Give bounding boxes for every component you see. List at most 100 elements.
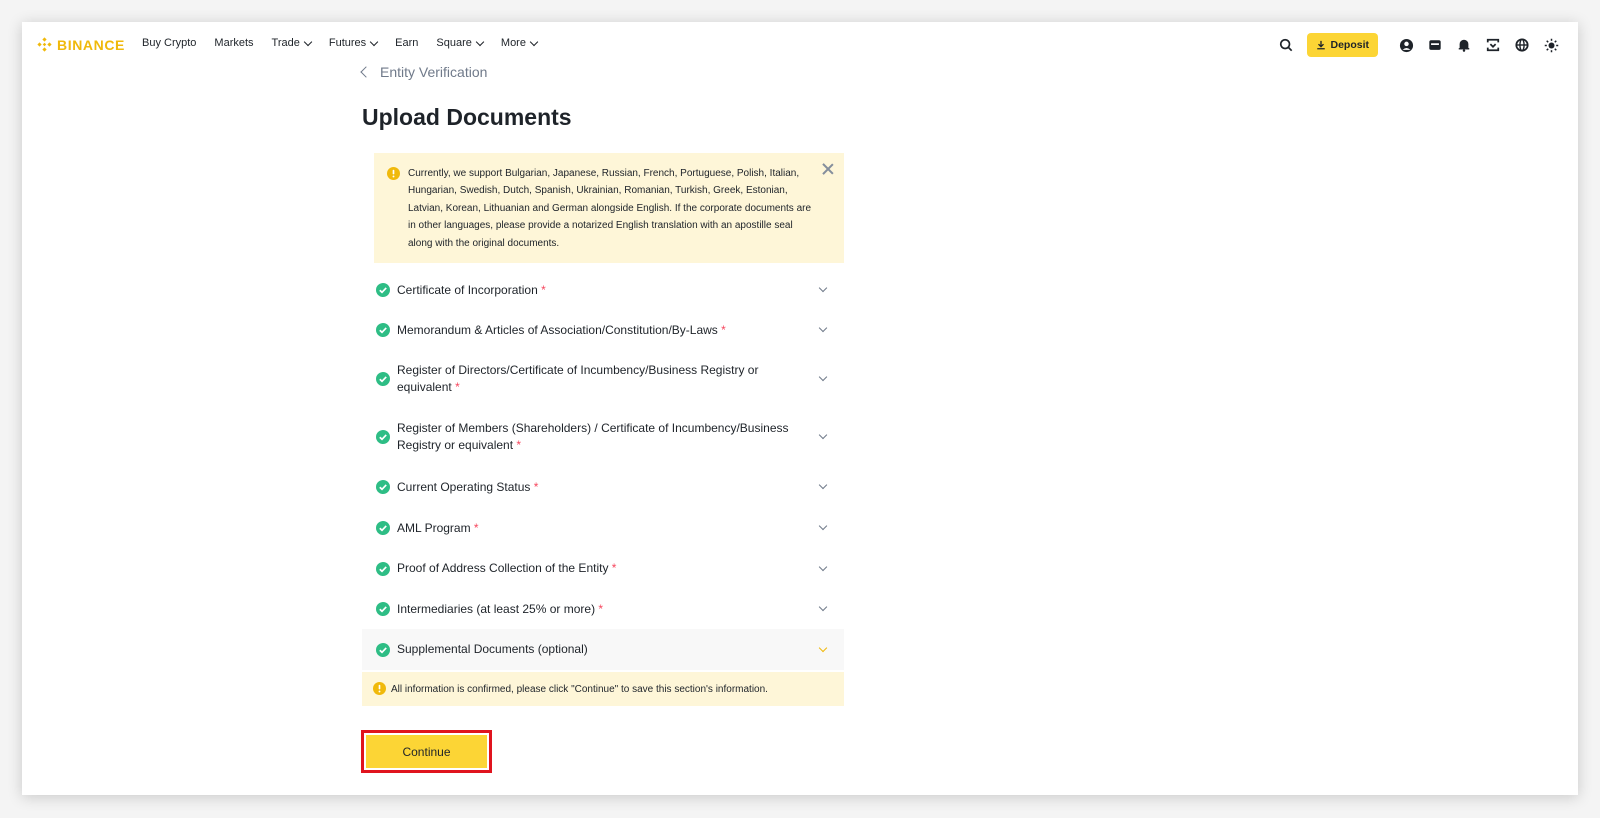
continue-highlight: Continue [361,730,492,773]
top-navigation: BINANCE Buy Crypto Markets Trade Futures… [22,22,1578,68]
notice-text: Currently, we support Bulgarian, Japanes… [408,168,812,249]
document-row[interactable]: Register of Directors/Certificate of Inc… [362,350,844,408]
bell-icon[interactable] [1455,36,1473,54]
binance-logo-icon [37,37,52,52]
required-marker: * [533,479,539,494]
nav-buy-crypto[interactable]: Buy Crypto [142,37,196,49]
binance-logo[interactable]: BINANCE [36,36,125,53]
chevron-down-icon [818,323,828,333]
document-label: Register of Directors/Certificate of Inc… [397,362,774,396]
search-icon[interactable] [1277,36,1295,54]
check-circle-icon [376,561,390,576]
chevron-down-icon [475,37,485,46]
document-name: Certificate of Incorporation [397,282,538,297]
check-circle-icon [376,372,390,386]
header-actions: Deposit [1266,33,1560,57]
required-marker: * [598,601,604,616]
check-circle-icon [376,642,390,657]
close-icon[interactable] [822,163,834,175]
globe-icon[interactable] [1513,36,1531,54]
check-circle-icon [376,602,390,616]
download-icon [1317,40,1326,50]
required-marker: * [721,322,726,337]
check-circle-icon [376,521,390,535]
chevron-down-icon [818,602,828,612]
theme-icon[interactable] [1542,36,1560,54]
main-nav: Buy Crypto Markets Trade Futures Earn Sq… [142,37,555,49]
nav-futures[interactable]: Futures [328,37,379,49]
chevron-down-icon [369,37,379,46]
chevron-down-icon [818,521,828,531]
back-label: Entity Verification [380,64,488,80]
document-label: AML Program * [397,520,479,537]
nav-label: More [500,37,526,49]
chevron-down-icon [818,372,828,382]
check-circle-icon [376,480,390,494]
document-label: Supplemental Documents (optional) [397,641,588,658]
nav-trade[interactable]: Trade [271,37,313,49]
logo-text: BINANCE [57,36,125,53]
document-name: AML Program [397,520,471,535]
profile-icon[interactable] [1397,36,1415,54]
document-name: Current Operating Status [397,479,531,494]
check-circle-icon [376,323,390,337]
chevron-down-icon [818,562,828,571]
required-marker: * [516,438,522,452]
chevron-down-icon [529,37,539,46]
document-row[interactable]: Certificate of Incorporation * [362,270,844,310]
browser-window: BINANCE Buy Crypto Markets Trade Futures… [22,22,1578,795]
info-text: All information is confirmed, please cli… [391,683,768,695]
language-notice: Currently, we support Bulgarian, Japanes… [374,153,844,263]
document-label: Intermediaries (at least 25% or more) * [397,601,603,618]
required-marker: * [455,380,460,394]
chevron-down-icon [303,37,313,46]
document-row[interactable]: Memorandum & Articles of Association/Con… [362,310,844,350]
nav-label: Earn [395,37,419,49]
back-link[interactable]: Entity Verification [360,64,488,80]
chevron-down-icon [818,430,828,440]
nav-markets[interactable]: Markets [214,37,253,49]
document-name: Register of Members (Shareholders) / Cer… [397,421,789,452]
deposit-label: Deposit [1330,39,1369,51]
document-label: Current Operating Status * [397,479,538,496]
nav-square[interactable]: Square [436,37,485,49]
document-row[interactable]: Current Operating Status * [362,466,844,508]
nav-label: Trade [271,37,300,49]
chevron-down-icon [818,643,828,652]
document-name: Memorandum & Articles of Association/Con… [397,322,718,337]
deposit-button[interactable]: Deposit [1307,33,1378,57]
document-name: Intermediaries (at least 25% or more) [397,601,596,616]
document-label: Memorandum & Articles of Association/Con… [397,322,726,339]
nav-earn[interactable]: Earn [395,37,418,49]
document-list: Certificate of Incorporation * Memorandu… [362,270,844,670]
document-name: Supplemental Documents (optional) [397,642,588,656]
required-marker: * [611,561,617,575]
nav-label: Markets [214,37,254,49]
document-name: Register of Directors/Certificate of Inc… [397,363,759,394]
page-title: Upload Documents [362,104,572,130]
document-name: Proof of Address Collection of the Entit… [397,561,609,575]
required-marker: * [541,282,546,297]
nav-label: Square [436,37,472,49]
continue-button[interactable]: Continue [366,735,487,768]
document-label: Proof of Address Collection of the Entit… [397,560,616,577]
nav-more[interactable]: More [500,37,539,49]
check-circle-icon [376,283,390,297]
document-row[interactable]: AML Program * [362,508,844,548]
download-app-icon[interactable] [1484,36,1502,54]
wallet-icon[interactable] [1426,36,1444,54]
nav-label: Buy Crypto [142,37,197,49]
warning-icon [373,682,386,695]
warning-icon [387,167,400,180]
chevron-down-icon [818,283,828,293]
document-row[interactable]: Register of Members (Shareholders) / Cer… [362,408,844,466]
chevron-left-icon [360,66,372,78]
nav-label: Futures [328,37,367,49]
document-row[interactable]: Proof of Address Collection of the Entit… [362,548,844,589]
document-label: Certificate of Incorporation * [397,282,546,299]
confirmation-info: All information is confirmed, please cli… [362,672,844,706]
chevron-down-icon [818,480,828,490]
document-row[interactable]: Intermediaries (at least 25% or more) * [362,589,844,629]
document-row-supplemental[interactable]: Supplemental Documents (optional) [362,629,844,670]
check-circle-icon [376,430,390,444]
